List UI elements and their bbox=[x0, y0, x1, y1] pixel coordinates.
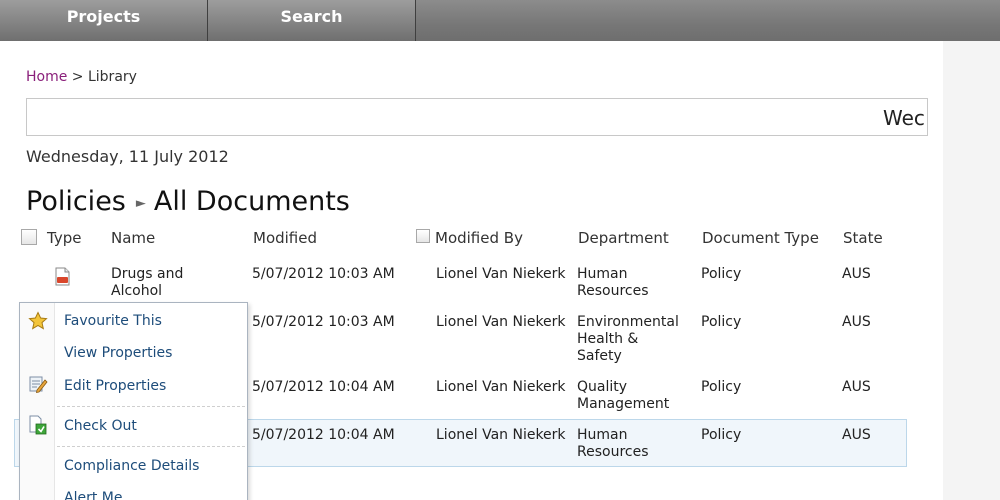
row-2-department: Environmental Health & Safety bbox=[577, 314, 679, 364]
menu-separator bbox=[57, 446, 245, 447]
title-arrow-icon: ► bbox=[135, 196, 146, 211]
current-date: Wednesday, 11 July 2012 bbox=[26, 147, 229, 166]
breadcrumb-home-link[interactable]: Home bbox=[26, 69, 67, 85]
row-3-modified: 5/07/2012 10:04 AM bbox=[252, 379, 395, 395]
row-3-document-type: Policy bbox=[701, 379, 742, 395]
row-3-state: AUS bbox=[842, 379, 871, 395]
row-3-department: Quality Management bbox=[577, 379, 670, 412]
row-3-modified-by[interactable]: Lionel Van Niekerk bbox=[436, 379, 566, 396]
breadcrumb-separator: > bbox=[71, 69, 84, 85]
column-header-modified[interactable]: Modified bbox=[253, 229, 317, 247]
select-all-checkbox[interactable] bbox=[21, 229, 37, 245]
column-header-department[interactable]: Department bbox=[578, 229, 669, 247]
right-side-panel bbox=[943, 41, 1000, 500]
news-ticker: Wec bbox=[26, 98, 928, 136]
breadcrumb-current: Library bbox=[87, 69, 137, 85]
menu-separator bbox=[57, 406, 245, 407]
menu-item-compliance-details[interactable]: Compliance Details bbox=[64, 458, 199, 474]
nav-tab-projects[interactable]: Projects bbox=[0, 0, 208, 41]
modified-by-checkbox[interactable] bbox=[416, 229, 430, 243]
breadcrumb: Home > Library bbox=[26, 69, 137, 85]
row-4-state: AUS bbox=[842, 427, 871, 443]
page-title: Policies ► All Documents bbox=[26, 186, 350, 217]
menu-item-view-properties[interactable]: View Properties bbox=[64, 345, 172, 361]
edit-properties-icon bbox=[29, 376, 48, 394]
check-out-icon bbox=[29, 415, 47, 435]
pdf-document-icon[interactable] bbox=[54, 267, 71, 286]
row-4-modified: 5/07/2012 10:04 AM bbox=[252, 427, 395, 443]
view-title[interactable]: All Documents bbox=[154, 186, 350, 217]
list-title[interactable]: Policies bbox=[26, 186, 126, 217]
menu-item-edit-properties[interactable]: Edit Properties bbox=[64, 378, 166, 394]
row-2-state: AUS bbox=[842, 314, 871, 330]
top-navigation-bar: Projects Search bbox=[0, 0, 1000, 41]
menu-item-favourite-this[interactable]: Favourite This bbox=[64, 313, 162, 329]
row-2-modified-by[interactable]: Lionel Van Niekerk bbox=[436, 314, 566, 331]
menu-item-alert-me[interactable]: Alert Me bbox=[64, 490, 122, 500]
row-4-modified-by[interactable]: Lionel Van Niekerk bbox=[436, 427, 566, 444]
row-4-document-type: Policy bbox=[701, 427, 742, 443]
row-1-modified-by[interactable]: Lionel Van Niekerk bbox=[436, 266, 566, 283]
row-4-department: Human Resources bbox=[577, 427, 649, 460]
row-1-name[interactable]: Drugs and Alcohol bbox=[111, 266, 231, 300]
menu-icon-gutter bbox=[20, 303, 55, 500]
row-1-document-type: Policy bbox=[701, 266, 742, 282]
column-header-type[interactable]: Type bbox=[47, 229, 81, 247]
column-header-name[interactable]: Name bbox=[111, 229, 155, 247]
column-header-document-type[interactable]: Document Type bbox=[702, 229, 819, 247]
menu-item-check-out[interactable]: Check Out bbox=[64, 418, 137, 434]
row-1-state: AUS bbox=[842, 266, 871, 282]
row-2-modified: 5/07/2012 10:03 AM bbox=[252, 314, 395, 330]
item-context-menu: Favourite This View Properties Edit Prop… bbox=[19, 302, 248, 500]
column-header-modified-by[interactable]: Modified By bbox=[435, 229, 523, 247]
column-header-state[interactable]: State bbox=[843, 229, 883, 247]
nav-tab-search[interactable]: Search bbox=[208, 0, 416, 41]
row-1-modified: 5/07/2012 10:03 AM bbox=[252, 266, 395, 282]
row-2-document-type: Policy bbox=[701, 314, 742, 330]
row-1-department: Human Resources bbox=[577, 266, 649, 299]
ticker-text: Wec bbox=[883, 106, 925, 130]
star-icon bbox=[28, 311, 48, 330]
